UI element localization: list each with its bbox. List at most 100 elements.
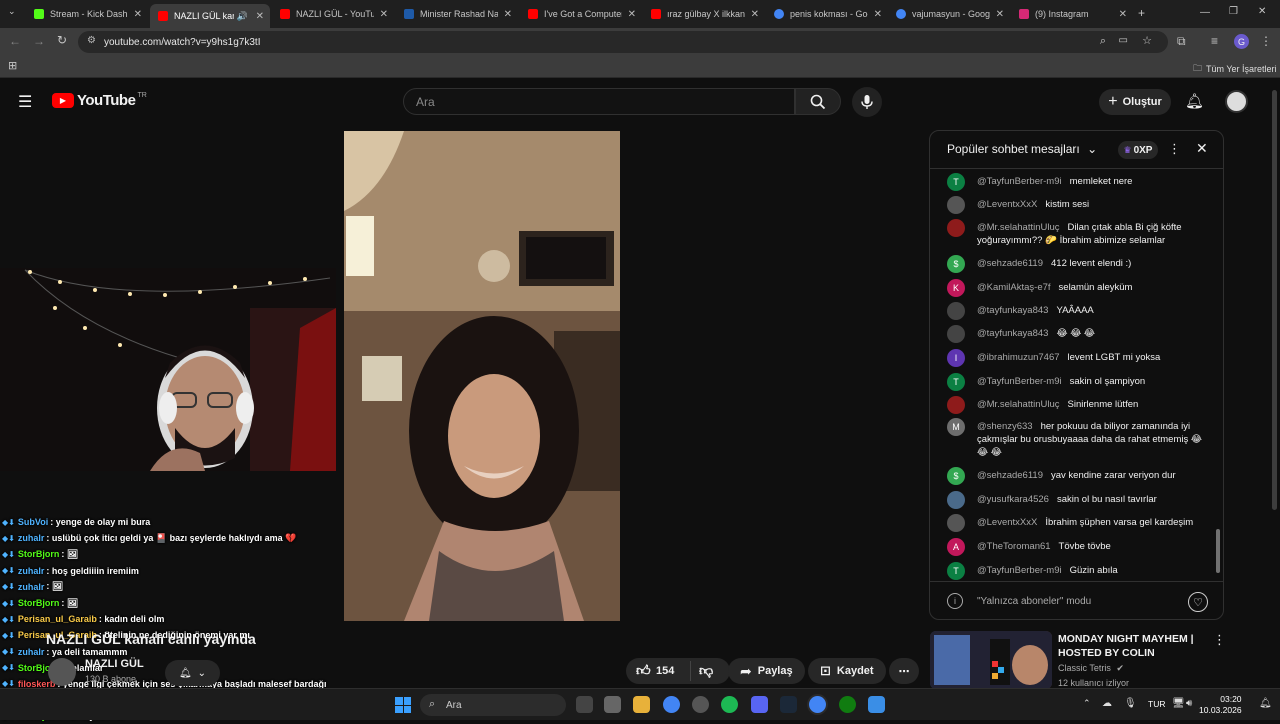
more-actions-button[interactable]: ⋯: [889, 658, 919, 684]
tab-google-1[interactable]: penis kokması - Goo ✕: [766, 4, 888, 24]
chat-message[interactable]: @tayfunkaya843 YAÂAAA: [947, 302, 1209, 320]
recommendation-title[interactable]: MONDAY NIGHT MAYHEM | HOSTED BY COLIN: [1058, 632, 1208, 660]
menu-kebab-icon[interactable]: ⋮: [1260, 34, 1272, 48]
chat-message[interactable]: @LeventxXxX İbrahim şüphen varsa gel kard…: [947, 514, 1209, 532]
chat-more-icon[interactable]: ⋮: [1168, 141, 1181, 157]
tab-close-icon[interactable]: ✕: [256, 11, 264, 22]
taskbar-app-icon[interactable]: [868, 696, 885, 713]
recommendation-channel[interactable]: Classic Tetris ✔: [1058, 663, 1124, 674]
chat-close-icon[interactable]: ✕: [1196, 140, 1208, 157]
new-tab-icon[interactable]: +: [1138, 6, 1145, 20]
chat-author-name[interactable]: @ibrahimuzun7467: [977, 352, 1060, 363]
create-button[interactable]: + Oluştur: [1099, 89, 1171, 115]
chat-author-name[interactable]: @sehzade6119: [977, 258, 1043, 269]
chat-author-avatar[interactable]: T: [947, 562, 965, 580]
chat-author-avatar[interactable]: $: [947, 255, 965, 273]
page-scrollbar[interactable]: [1272, 90, 1277, 510]
chat-author-name[interactable]: @Mr.selahattinUluç: [977, 399, 1060, 410]
save-button[interactable]: ⊡ Kaydet: [808, 658, 886, 684]
like-icon[interactable]: 👍︎: [636, 662, 651, 679]
obs-icon[interactable]: [692, 696, 709, 713]
forward-icon[interactable]: →: [33, 34, 45, 48]
extensions-icon[interactable]: ⧉: [1177, 34, 1186, 49]
chrome-active-icon[interactable]: [809, 696, 826, 713]
chat-author-name[interactable]: @TheToroman61: [977, 541, 1051, 552]
tab-close-icon[interactable]: ✕: [134, 9, 142, 20]
chat-message[interactable]: @Mr.selahattinUluç Sinirlenme lütfen: [947, 396, 1209, 414]
chat-author-name[interactable]: @shenzy633: [977, 421, 1033, 432]
microphone-tray-icon[interactable]: 🎙︎: [1124, 698, 1137, 709]
chat-author-avatar[interactable]: [947, 219, 965, 237]
minimize-icon[interactable]: —: [1200, 7, 1210, 18]
chat-scrollbar-thumb[interactable]: [1216, 529, 1220, 573]
chat-author-avatar[interactable]: [947, 196, 965, 214]
tab-kick-dashboard[interactable]: Stream - Kick Dashbo ✕: [26, 4, 148, 24]
xp-badge[interactable]: ♛ 0XP: [1118, 141, 1158, 159]
account-avatar[interactable]: [1225, 90, 1248, 113]
file-explorer-icon[interactable]: [633, 696, 650, 713]
chat-author-avatar[interactable]: [947, 325, 965, 343]
taskbar-search[interactable]: ⌕ Ara: [420, 694, 566, 716]
chat-author-avatar[interactable]: [947, 491, 965, 509]
reading-list-icon[interactable]: ≡: [1211, 34, 1218, 48]
site-info-icon[interactable]: ⚙: [87, 35, 96, 46]
chat-message[interactable]: T @TayfunBerber-m9i Güzin abıla: [947, 562, 1209, 580]
chat-author-name[interactable]: @TayfunBerber-m9i: [977, 176, 1062, 187]
tab-close-icon[interactable]: ✕: [628, 9, 636, 20]
address-bar[interactable]: ⚙ youtube.com/watch?v=y9hs1g7k3tI ⌕ ▭ ☆: [78, 31, 1168, 53]
heart-reaction-icon[interactable]: ♡: [1188, 592, 1208, 612]
audio-playing-icon[interactable]: 🔊: [237, 11, 248, 22]
chat-scrollbar[interactable]: [1216, 173, 1220, 583]
chat-author-name[interactable]: @TayfunBerber-m9i: [977, 376, 1062, 387]
spotify-icon[interactable]: [721, 696, 738, 713]
tab-close-icon[interactable]: ✕: [751, 9, 759, 20]
chat-mode-selector[interactable]: Popüler sohbet mesajları ⌄: [947, 142, 1097, 156]
tab-close-icon[interactable]: ✕: [380, 9, 388, 20]
discord-icon[interactable]: [751, 696, 768, 713]
channel-name[interactable]: NAZLI GÜL: [85, 658, 144, 670]
chat-author-name[interactable]: @Mr.selahattinUluç: [977, 222, 1060, 233]
clock[interactable]: 03:20 10.03.2026: [1199, 694, 1242, 716]
chrome-icon[interactable]: [663, 696, 680, 713]
tab-minister[interactable]: Minister Rashad Nab ✕: [396, 4, 518, 24]
chat-author-avatar[interactable]: I: [947, 349, 965, 367]
onedrive-icon[interactable]: ☁: [1102, 698, 1112, 709]
tab-nazli-gul-youtube[interactable]: NAZLI GÜL - YouTube ✕: [272, 4, 394, 24]
chat-message[interactable]: A @TheToroman61 Tövbe tövbe: [947, 538, 1209, 556]
share-button[interactable]: ➦ Paylaş: [728, 658, 805, 684]
tab-google-2[interactable]: vajumasyun - Google ✕: [888, 4, 1010, 24]
recommendation-thumbnail[interactable]: [930, 631, 1052, 689]
chat-message[interactable]: @Mr.selahattinUluç Dilan çıtak abla Bi çi…: [947, 219, 1209, 247]
chat-author-name[interactable]: @yusufkara4526: [977, 494, 1049, 505]
apps-grid-icon[interactable]: ⊞: [8, 59, 17, 72]
chat-author-name[interactable]: @tayfunkaya843: [977, 305, 1048, 316]
tray-chevron-icon[interactable]: ⌃: [1083, 698, 1091, 709]
tab-iraz[interactable]: ıraz gülbay X ilkkan y ✕: [643, 4, 765, 24]
profile-avatar[interactable]: G: [1234, 34, 1249, 49]
all-bookmarks-button[interactable]: 🗀 Tüm Yer İşaretleri: [1193, 61, 1277, 77]
notifications-bell-icon[interactable]: 🔔︎: [1185, 92, 1204, 110]
recommendation-more-icon[interactable]: ⋮: [1213, 632, 1226, 648]
chat-message[interactable]: M @shenzy633 her pokuuu da biliyor zamanın…: [947, 418, 1209, 459]
task-view-icon[interactable]: [576, 696, 593, 713]
search-input[interactable]: Ara: [403, 88, 795, 115]
volume-icon[interactable]: 🔊︎: [1186, 698, 1192, 709]
tab-instagram[interactable]: (9) Instagram ✕: [1011, 4, 1133, 24]
search-button[interactable]: [795, 88, 841, 115]
steam-icon[interactable]: [780, 696, 797, 713]
window-close-icon[interactable]: ✕: [1258, 6, 1266, 17]
subscription-bell-button[interactable]: 🔔︎ ⌄: [165, 660, 220, 686]
chat-message[interactable]: T @TayfunBerber-m9i memleket nere: [947, 173, 1209, 191]
xbox-icon[interactable]: [839, 696, 856, 713]
info-icon[interactable]: i: [947, 593, 963, 609]
chat-message[interactable]: I @ibrahimuzun7467 levent LGBT mi yoksa: [947, 349, 1209, 367]
chat-message[interactable]: $ @sehzade6119 412 levent elendi :): [947, 255, 1209, 273]
hamburger-menu-icon[interactable]: ☰: [18, 92, 32, 112]
chat-author-name[interactable]: @TayfunBerber-m9i: [977, 565, 1062, 576]
chat-author-name[interactable]: @sehzade6119: [977, 470, 1043, 481]
tab-close-icon[interactable]: ✕: [996, 9, 1004, 20]
back-icon[interactable]: ←: [9, 34, 21, 48]
notification-center-icon[interactable]: 🔔︎: [1259, 698, 1272, 709]
tab-close-icon[interactable]: ✕: [1119, 9, 1127, 20]
youtube-logo[interactable]: ▶ YouTube TR: [52, 92, 147, 109]
